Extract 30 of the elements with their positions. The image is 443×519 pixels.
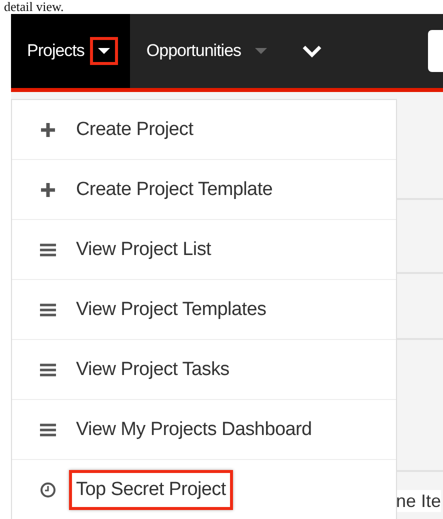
menu-icon xyxy=(40,302,56,316)
menu-item[interactable]: View Project Tasks xyxy=(12,340,396,400)
menu-item[interactable]: View Project Templates xyxy=(12,280,396,340)
menu-item-label: View Project Templates xyxy=(75,298,268,322)
menu-icon xyxy=(40,362,56,376)
menu-item[interactable]: View My Projects Dashboard xyxy=(12,400,396,460)
caption-text: detail view. xyxy=(3,0,65,14)
menu-item[interactable]: Create Project xyxy=(12,100,396,160)
background-text: ne Ite xyxy=(396,490,442,512)
plus-icon xyxy=(40,182,56,198)
nav-tab[interactable]: Opportunities xyxy=(130,14,290,88)
menu-item[interactable]: Create Project Template xyxy=(12,160,396,220)
menu-item-label: Create Project Template xyxy=(75,178,274,202)
clock-icon xyxy=(40,482,56,498)
menu-item-label: Create Project xyxy=(75,118,194,142)
nav-tab-label: Opportunities xyxy=(146,41,242,61)
menu-item[interactable]: View Project List xyxy=(12,220,396,280)
menu-icon xyxy=(40,422,56,436)
chevron-icon[interactable] xyxy=(301,44,324,58)
menu-item-label: Top Secret Project xyxy=(69,470,233,510)
nav-tab[interactable]: Projects xyxy=(11,14,130,88)
plus-icon xyxy=(40,122,56,138)
menu-icon xyxy=(40,242,56,256)
menu-item-label: View My Projects Dashboard xyxy=(75,418,313,442)
caret-icon[interactable] xyxy=(90,37,118,65)
nav-tab-label: Projects xyxy=(27,41,84,61)
menu-item[interactable]: Top Secret Project xyxy=(12,460,396,519)
search-field[interactable] xyxy=(428,30,443,72)
menu-item-label: View Project Tasks xyxy=(75,358,230,382)
menu-item-label: View Project List xyxy=(75,238,212,262)
